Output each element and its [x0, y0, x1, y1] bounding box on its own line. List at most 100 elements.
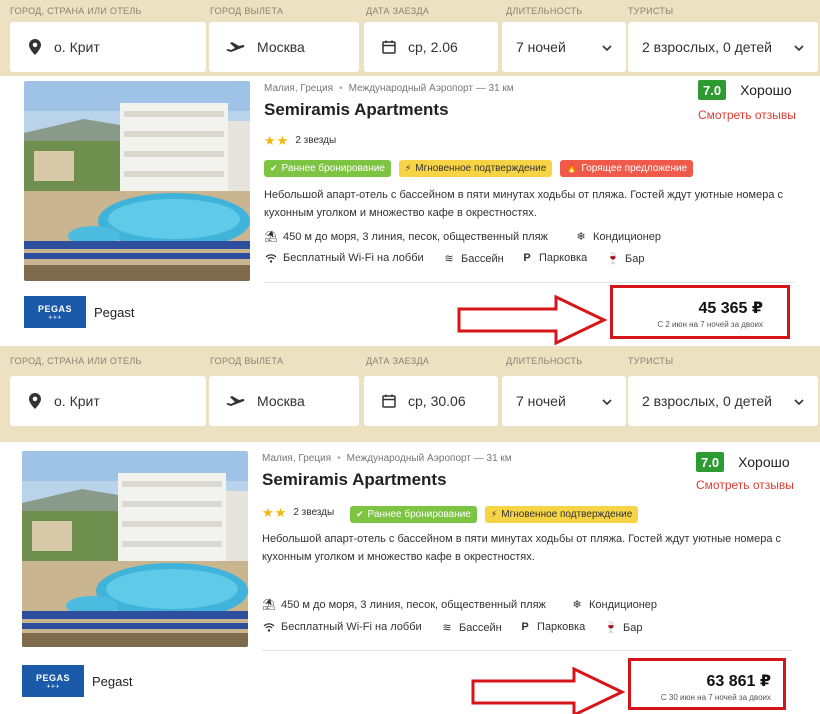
rating-word: Хорошо	[740, 82, 792, 98]
plane-icon	[225, 392, 247, 410]
reviews-link[interactable]: Смотреть отзывы	[698, 108, 796, 122]
separator-dot: •	[337, 453, 341, 464]
price-note: С 30 июн на 7 ночей за двоих	[660, 693, 771, 702]
date-field[interactable]: ср, 2.06	[364, 22, 498, 72]
date-field[interactable]: ср, 30.06	[364, 376, 498, 426]
departure-field[interactable]: Москва	[209, 22, 359, 72]
chevron-down-icon	[602, 394, 612, 410]
amenity-parking: P Парковка	[518, 621, 585, 633]
tourists-select[interactable]: 2 взрослых, 0 детей	[628, 376, 818, 426]
label-destination: Город, страна или отель	[10, 6, 142, 16]
amenity-beach: ⛱ 450 м до моря, 3 линия, песок, обществе…	[264, 230, 548, 244]
amenity-label: Бесплатный Wi-Fi на лобби	[281, 621, 422, 633]
search-bar: Город, страна или отель Город вылета Дат…	[0, 0, 820, 76]
operator-logo-text: PEGAS	[37, 303, 72, 314]
wine-glass-icon: 🍷	[604, 622, 618, 634]
badge-hot-offer: 🔥 Горящее предложение	[560, 160, 694, 177]
amenity-pool: ≋ Бассейн	[440, 621, 501, 635]
badges-row: ✔ Раннее бронирование ⚡ Мгновенное подтвер…	[350, 506, 639, 523]
label-tourists: Туристы	[628, 356, 674, 366]
label-date: Дата заезда	[366, 6, 430, 16]
tour-operator: PEGAS ✈✈✈ Pegast	[22, 665, 132, 697]
badge-early-booking: ✔ Раннее бронирование	[350, 506, 477, 523]
price-note: С 2 июн на 7 ночей за двоих	[657, 320, 763, 329]
price-value: 63 861 ₽	[706, 673, 771, 690]
airport-distance: Международный Аэропорт — 31 км	[348, 83, 514, 94]
amenity-ac: ❄ Кондиционер	[570, 598, 658, 612]
tour-operator: PEGAS ✈✈✈ Pegast	[24, 296, 134, 328]
hotel-photo[interactable]	[22, 451, 248, 647]
operator-name: Pegast	[94, 304, 135, 320]
date-value: ср, 2.06	[408, 39, 458, 55]
label-date: Дата заезда	[366, 356, 430, 366]
badge-label: Раннее бронирование	[367, 509, 471, 520]
label-duration: Длительность	[506, 6, 583, 16]
lightning-icon: ⚡	[490, 509, 498, 519]
hotel-name[interactable]: Semiramis Apartments	[264, 100, 449, 120]
calendar-icon	[380, 392, 398, 410]
snowflake-icon: ❄	[576, 231, 586, 243]
departure-field[interactable]: Москва	[209, 376, 359, 426]
tourists-select[interactable]: 2 взрослых, 0 детей	[628, 22, 818, 72]
amenity-label: Кондиционер	[589, 598, 658, 611]
parking-icon: P	[523, 252, 531, 264]
plane-icon	[225, 38, 247, 56]
hotel-description: Небольшой апарт-отель с бассейном в пяти…	[262, 533, 782, 563]
rating-word: Хорошо	[738, 454, 790, 470]
badge-instant-confirm: ⚡ Мгновенное подтверждение	[398, 160, 553, 177]
parking-icon: P	[521, 621, 529, 633]
badges-row: ✔ Раннее бронирование ⚡ Мгновенное подтвер…	[264, 160, 694, 177]
amenity-label: 450 м до моря, 3 линия, песок, обществен…	[283, 230, 548, 243]
amenity-bar: 🍷 Бар	[604, 621, 643, 635]
destination-field[interactable]: о. Крит	[10, 22, 206, 72]
amenity-parking: P Парковка	[520, 252, 587, 264]
hotel-name[interactable]: Semiramis Apartments	[262, 470, 447, 490]
hotel-stars: ★ ★ 2 звезды	[264, 134, 336, 147]
hotel-location: Малия, Греция • Международный Аэропорт — 3…	[264, 83, 514, 94]
hotel-description: Небольшой апарт-отель с бассейном в пяти…	[264, 189, 784, 219]
amenity-bar: 🍷 Бар	[606, 252, 645, 266]
divider	[264, 282, 794, 283]
wifi-icon	[264, 253, 278, 263]
duration-select[interactable]: 7 ночей	[502, 22, 626, 72]
amenity-label: Бар	[623, 621, 643, 634]
reviews-link[interactable]: Смотреть отзывы	[696, 478, 794, 492]
operator-logo: PEGAS ✈✈✈	[22, 665, 84, 697]
duration-select[interactable]: 7 ночей	[502, 376, 626, 426]
amenity-label: Бар	[625, 252, 645, 265]
amenity-label: Бассейн	[461, 252, 504, 265]
star-icon: ★	[264, 133, 276, 148]
duration-value: 7 ночей	[516, 39, 566, 55]
destination-value: о. Крит	[54, 393, 100, 409]
stars-label: 2 звезды	[293, 507, 335, 518]
amenity-wifi: Бесплатный Wi-Fi на лобби	[262, 621, 422, 633]
tourists-value: 2 взрослых, 0 детей	[642, 393, 772, 409]
umbrella-icon: ⛱	[262, 599, 276, 611]
price-box[interactable]: 63 861 ₽ С 30 июн на 7 ночей за двоих	[628, 658, 786, 710]
operator-logo-text: PEGAS	[35, 672, 70, 683]
red-arrow-icon	[457, 294, 608, 346]
check-circle-icon: ✔	[356, 509, 364, 519]
departure-value: Москва	[257, 393, 305, 409]
amenity-label: Кондиционер	[593, 230, 662, 243]
label-destination: Город, страна или отель	[10, 356, 142, 366]
hotel-photo[interactable]	[24, 81, 250, 281]
destination-field[interactable]: о. Крит	[10, 376, 206, 426]
label-departure: Город вылета	[210, 6, 284, 16]
umbrella-icon: ⛱	[264, 231, 278, 243]
location-text: Малия, Греция	[264, 83, 334, 94]
amenity-label: Парковка	[539, 252, 588, 264]
label-tourists: Туристы	[628, 6, 674, 16]
date-value: ср, 30.06	[408, 393, 466, 409]
amenity-pool: ≋ Бассейн	[442, 252, 504, 266]
hotel-rating: 7.0 Хорошо	[696, 452, 790, 472]
airport-distance: Международный Аэропорт — 31 км	[346, 453, 512, 464]
departure-value: Москва	[257, 39, 305, 55]
price-box[interactable]: 45 365 ₽ С 2 июн на 7 ночей за двоих	[610, 285, 790, 339]
hotel-stars: ★ ★ 2 звезды	[262, 506, 334, 519]
duration-value: 7 ночей	[516, 393, 566, 409]
divider	[262, 650, 792, 651]
pool-icon: ≋	[442, 622, 452, 634]
star-icon: ★	[276, 133, 289, 148]
pool-icon: ≋	[444, 253, 454, 265]
